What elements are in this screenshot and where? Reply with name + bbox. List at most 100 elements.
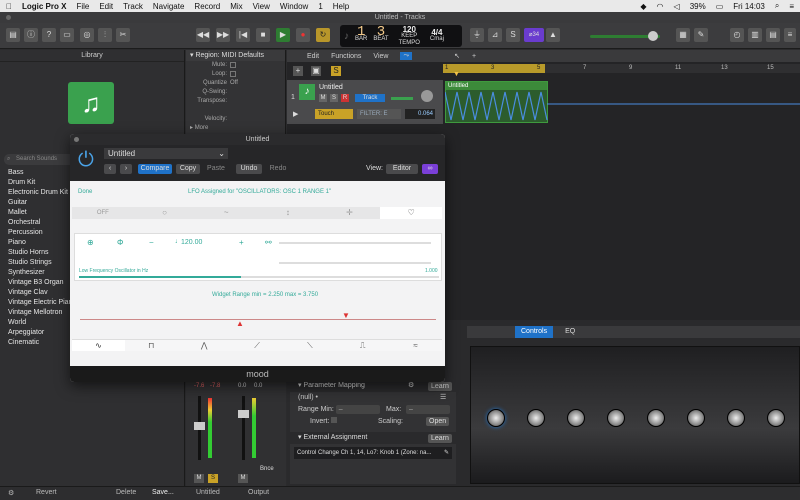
lfo-off-button[interactable]: OFF: [72, 207, 134, 219]
volume-icon[interactable]: ◁: [674, 2, 680, 11]
help-icon[interactable]: ?: [42, 28, 56, 42]
smart-controls-icon[interactable]: ◎: [80, 28, 94, 42]
mute-checkbox[interactable]: [230, 62, 236, 68]
info-icon[interactable]: ⓘ: [24, 28, 38, 42]
editors-icon[interactable]: ▤: [766, 28, 780, 42]
invert-checkbox[interactable]: [331, 417, 338, 423]
inspector-row[interactable]: Loop:: [186, 70, 285, 79]
lfo-slider-2[interactable]: [279, 262, 431, 264]
add-track-icon[interactable]: +: [293, 66, 303, 76]
menu-app[interactable]: Logic Pro X: [22, 2, 66, 11]
done-button[interactable]: Done: [78, 189, 92, 195]
range-min-handle[interactable]: ▲: [236, 319, 244, 328]
smart-knob[interactable]: [767, 409, 785, 427]
warning-icon[interactable]: ▲: [546, 28, 560, 42]
record-icon[interactable]: ●: [296, 28, 310, 42]
preset-select[interactable]: Untitled ⌄: [104, 148, 228, 159]
tracks-menu-view[interactable]: View: [373, 53, 388, 60]
metronome-icon[interactable]: ⊿: [488, 28, 502, 42]
sine-wave-icon[interactable]: ∿: [72, 340, 125, 351]
menu-mix[interactable]: Mix: [230, 2, 242, 11]
global-solo-icon[interactable]: S: [331, 66, 341, 76]
browser-icon[interactable]: ▥: [748, 28, 762, 42]
lfo-phase-icon[interactable]: Φ: [117, 238, 123, 247]
inspector-row[interactable]: Quantize Off: [186, 79, 285, 88]
inspector-row[interactable]: Velocity:: [186, 115, 285, 124]
lfo-tempo-value[interactable]: 120.00: [181, 239, 202, 246]
track-play-icon[interactable]: ▶: [293, 110, 298, 118]
rewind-icon[interactable]: ◀◀: [196, 28, 210, 42]
edit-icon[interactable]: ✎: [444, 447, 449, 459]
next-preset-icon[interactable]: ›: [120, 164, 132, 174]
undo-button[interactable]: Undo: [236, 164, 262, 174]
lfo-center-icon[interactable]: ✛: [319, 207, 381, 219]
cc-assignment[interactable]: Control Change Ch 1, 14, Lo7: Knob 1 (Zo…: [294, 447, 452, 459]
window-close-icon[interactable]: [6, 15, 11, 20]
power-icon[interactable]: ⏻: [78, 149, 94, 172]
plugin-close-icon[interactable]: [74, 137, 79, 142]
lfo-plus-icon[interactable]: +: [239, 238, 244, 247]
library-icon[interactable]: ▤: [6, 28, 20, 42]
menu-window[interactable]: Window: [280, 2, 308, 11]
triangle-wave-icon[interactable]: ⋀: [178, 340, 231, 351]
solo-button[interactable]: S: [330, 94, 338, 102]
wifi-icon[interactable]: ◠: [657, 2, 664, 11]
smart-knob[interactable]: [567, 409, 585, 427]
mapping-select[interactable]: (null) • ☰: [290, 392, 456, 404]
automation-mode-select[interactable]: Touch: [315, 109, 353, 119]
scissors-icon[interactable]: ✂: [116, 28, 130, 42]
stepped-wave-icon[interactable]: ⎍: [336, 340, 389, 351]
track-icon[interactable]: ♪: [299, 84, 315, 100]
external-assignment-header[interactable]: ▾ External Assignment Learn: [290, 432, 456, 444]
inspector-row[interactable]: [186, 106, 285, 115]
tuner-icon[interactable]: ⏚: [470, 28, 484, 42]
goto-start-icon[interactable]: |◀: [236, 28, 250, 42]
lfo-freq-track[interactable]: [79, 276, 439, 278]
inspector-more[interactable]: ▸ More: [186, 124, 285, 133]
strip2-fader[interactable]: [238, 410, 249, 418]
prev-preset-icon[interactable]: ‹: [104, 164, 116, 174]
saw-up-icon[interactable]: ⟋: [231, 340, 284, 351]
ruler[interactable]: 1 3 5 7 9 11 13 15 ▼: [443, 64, 800, 78]
learn-button-2[interactable]: Learn: [428, 434, 452, 443]
catch-icon[interactable]: ⤳: [400, 52, 413, 60]
track-volume-slider[interactable]: [391, 97, 413, 100]
range-max-field[interactable]: ‒: [406, 405, 450, 414]
master-volume-slider[interactable]: [590, 31, 660, 41]
strip1-mute[interactable]: M: [194, 474, 204, 483]
region-title[interactable]: ▾ Region: MIDI Defaults: [186, 50, 285, 61]
master-volume-knob[interactable]: [648, 31, 658, 41]
lfo-minus-icon[interactable]: −: [149, 238, 154, 247]
tracks-menu-functions[interactable]: Functions: [331, 53, 361, 60]
automation-param-select[interactable]: FILTER: E: [357, 109, 401, 119]
tracks-menu-edit[interactable]: Edit: [307, 53, 319, 60]
saw-down-icon[interactable]: ⟍: [283, 340, 336, 351]
list-editor-icon[interactable]: ▦: [676, 28, 690, 42]
track-type-icon[interactable]: ▣: [311, 66, 321, 76]
menu-record[interactable]: Record: [194, 2, 220, 11]
forward-icon[interactable]: ▶▶: [216, 28, 230, 42]
pointer-tool-icon[interactable]: ↖: [454, 52, 460, 60]
play-icon[interactable]: ▶: [276, 28, 290, 42]
view-select[interactable]: Editor: [386, 164, 418, 174]
menu-view[interactable]: View: [253, 2, 270, 11]
smart-knob[interactable]: [647, 409, 665, 427]
menu-edit[interactable]: Edit: [99, 2, 113, 11]
menu-help[interactable]: Help: [333, 2, 349, 11]
tab-controls[interactable]: Controls: [515, 326, 554, 338]
cycle-icon[interactable]: ↻: [316, 28, 330, 42]
more-icon[interactable]: ≡: [784, 28, 796, 42]
delete-button[interactable]: Delete: [116, 489, 136, 496]
battery-icon[interactable]: ▭: [716, 2, 724, 11]
settings-icon[interactable]: ⚙: [8, 489, 14, 497]
toolbar-icon[interactable]: ▭: [60, 28, 74, 42]
bounce-button[interactable]: Bnce: [260, 466, 274, 472]
pencil-tool-icon[interactable]: +: [472, 53, 476, 60]
inspector-row[interactable]: Q-Swing:: [186, 88, 285, 97]
track-name[interactable]: Untitled: [319, 84, 343, 91]
lfo-sync-icon[interactable]: ⊕: [87, 238, 94, 247]
learn-button[interactable]: Learn: [428, 382, 452, 391]
square-wave-icon[interactable]: ⊓: [125, 340, 178, 351]
record-enable-button[interactable]: R: [341, 94, 349, 102]
track-pan-knob[interactable]: [421, 90, 433, 102]
